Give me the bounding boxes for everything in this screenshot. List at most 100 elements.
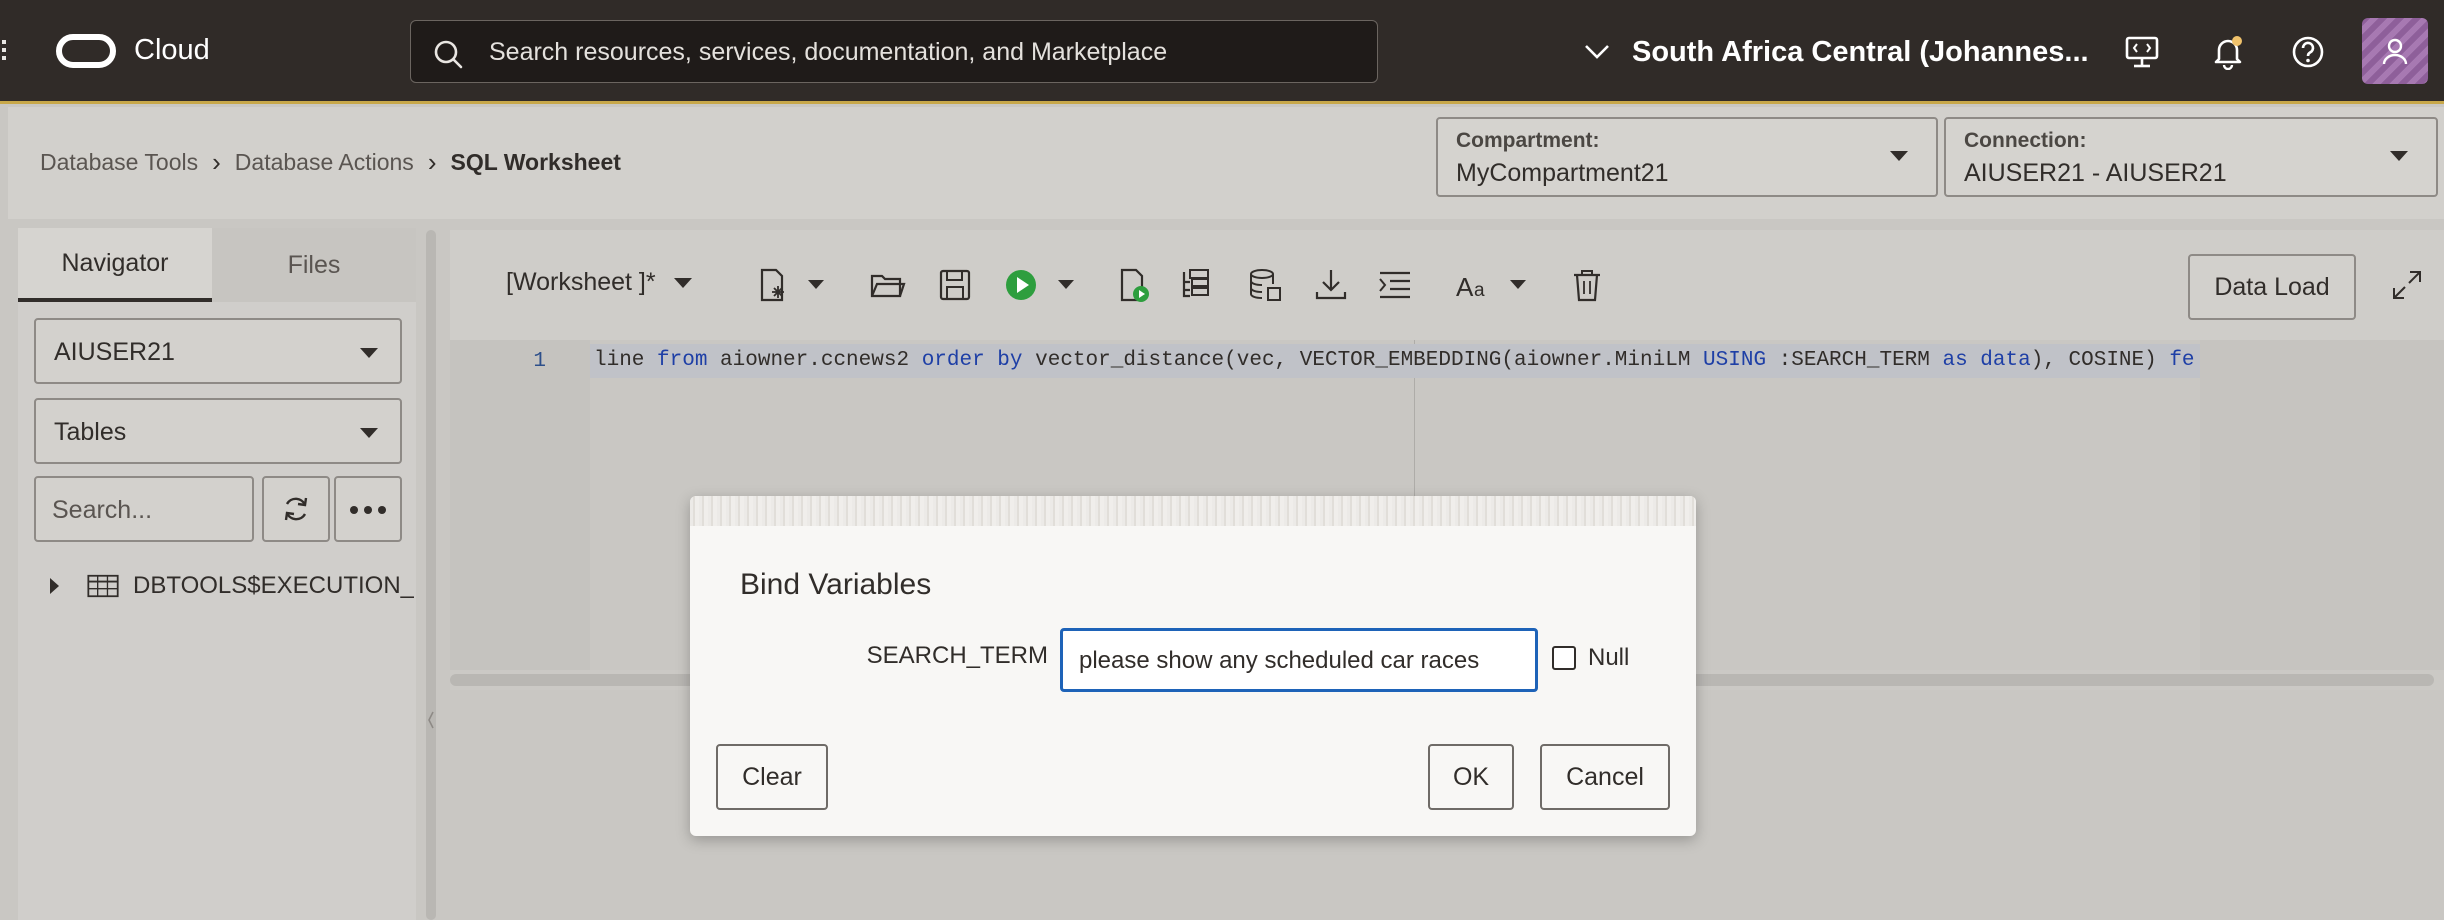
breadcrumb-database-actions[interactable]: Database Actions bbox=[235, 149, 414, 176]
data-load-button[interactable]: Data Load bbox=[2188, 254, 2356, 320]
open-folder-icon[interactable] bbox=[868, 266, 906, 304]
brand-name: Cloud bbox=[134, 34, 210, 66]
top-header-bar: Cloud South Africa Central (Johannes... bbox=[0, 0, 2444, 104]
clear-button[interactable]: Clear bbox=[716, 744, 828, 810]
region-selector[interactable]: South Africa Central (Johannes... bbox=[1584, 32, 2089, 72]
notifications-bell-icon[interactable] bbox=[2210, 34, 2246, 70]
connection-value: AIUSER21 - AIUSER21 bbox=[1964, 159, 2227, 187]
help-icon[interactable] bbox=[2290, 34, 2326, 70]
sql-text-token: vector_distance(vec, VECTOR_EMBEDDING(ai… bbox=[1022, 349, 1704, 372]
bind-variables-dialog: Bind Variables SEARCH_TERM Null Clear OK… bbox=[690, 496, 1696, 836]
dropdown-caret-icon bbox=[360, 428, 378, 438]
bind-variable-name: SEARCH_TERM bbox=[866, 642, 1048, 669]
dropdown-caret-icon bbox=[1890, 151, 1908, 161]
worksheet-toolbar: [Worksheet ]* A a Data Load bbox=[450, 230, 2444, 340]
sql-keyword-token: USING bbox=[1703, 349, 1767, 372]
dialog-title-bar[interactable] bbox=[690, 496, 1696, 526]
save-icon[interactable] bbox=[936, 266, 974, 304]
breadcrumb-sql-worksheet: SQL Worksheet bbox=[450, 149, 621, 175]
compartment-value: MyCompartment21 bbox=[1456, 159, 1669, 187]
null-label: Null bbox=[1588, 644, 1630, 671]
navigator-panel: Navigator Files AIUSER21 Tables Search..… bbox=[18, 228, 416, 920]
refresh-button[interactable] bbox=[262, 476, 330, 542]
collapse-arrow-icon[interactable] bbox=[428, 710, 434, 730]
sql-text-token: line bbox=[594, 349, 658, 372]
new-worksheet-icon[interactable] bbox=[754, 266, 792, 304]
cancel-button[interactable]: Cancel bbox=[1540, 744, 1670, 810]
expand-triangle-icon[interactable] bbox=[50, 578, 59, 594]
global-search[interactable] bbox=[410, 20, 1378, 83]
bind-variable-field[interactable] bbox=[1060, 628, 1538, 692]
run-script-icon[interactable] bbox=[1114, 266, 1152, 304]
tab-navigator[interactable]: Navigator bbox=[18, 228, 212, 302]
autotrace-database-icon[interactable] bbox=[1246, 266, 1284, 304]
object-search[interactable] bbox=[34, 476, 254, 542]
sql-keyword-token: as data bbox=[1942, 349, 2031, 372]
oracle-logo-icon[interactable] bbox=[56, 34, 116, 68]
chevron-down-icon bbox=[1585, 45, 1609, 59]
worksheet-selector[interactable]: [Worksheet ]* bbox=[506, 268, 692, 297]
user-avatar[interactable] bbox=[2362, 18, 2428, 84]
tree-item[interactable]: DBTOOLS$EXECUTION_ bbox=[34, 566, 414, 606]
code-line[interactable]: line from aiowner.ccnews2 order by vecto… bbox=[590, 344, 2200, 378]
connection-label: Connection: bbox=[1964, 129, 2087, 152]
dropdown-caret-icon bbox=[673, 277, 692, 288]
null-checkbox[interactable] bbox=[1552, 646, 1576, 670]
trash-icon[interactable] bbox=[1568, 266, 1606, 304]
run-options-caret-icon[interactable] bbox=[1058, 280, 1074, 289]
schema-dropdown[interactable]: AIUSER21 bbox=[34, 318, 402, 384]
region-name: South Africa Central (Johannes... bbox=[1632, 35, 2089, 68]
ok-button[interactable]: OK bbox=[1428, 744, 1514, 810]
download-icon[interactable] bbox=[1312, 266, 1350, 304]
breadcrumb-database-tools[interactable]: Database Tools bbox=[40, 149, 198, 176]
chevron-right-icon: › bbox=[427, 147, 437, 177]
connection-selector[interactable]: Connection: AIUSER21 - AIUSER21 bbox=[1944, 117, 2438, 197]
object-search-input[interactable] bbox=[52, 494, 242, 526]
compartment-selector[interactable]: Compartment: MyCompartment21 bbox=[1436, 117, 1938, 197]
menu-grip-icon[interactable] bbox=[2, 40, 8, 64]
compartment-label: Compartment: bbox=[1456, 129, 1600, 152]
expand-fullscreen-icon[interactable] bbox=[2388, 266, 2426, 304]
refresh-icon bbox=[284, 497, 308, 521]
font-size-caret-icon[interactable] bbox=[1510, 280, 1526, 289]
panel-splitter[interactable] bbox=[426, 230, 436, 920]
run-statement-icon[interactable] bbox=[1002, 266, 1040, 304]
explain-plan-icon[interactable] bbox=[1176, 266, 1214, 304]
sql-keyword-token: fe bbox=[2169, 349, 2195, 372]
search-icon bbox=[434, 40, 463, 69]
cloud-shell-icon[interactable] bbox=[2124, 34, 2160, 70]
new-worksheet-caret-icon[interactable] bbox=[808, 280, 824, 289]
table-icon bbox=[87, 574, 119, 598]
object-type-value: Tables bbox=[54, 418, 127, 446]
sql-keyword-token: from bbox=[657, 349, 708, 372]
dialog-title: Bind Variables bbox=[740, 568, 932, 601]
user-icon bbox=[2382, 38, 2408, 65]
chevron-right-icon: › bbox=[212, 147, 221, 177]
font-size-icon[interactable]: A a bbox=[1454, 266, 1498, 304]
line-number-gutter: 1 bbox=[450, 340, 590, 670]
schema-value: AIUSER21 bbox=[54, 338, 175, 366]
null-option[interactable]: Null bbox=[1552, 644, 1629, 672]
tree-item-label: DBTOOLS$EXECUTION_ bbox=[133, 572, 414, 599]
sql-text-token: ), COSINE) bbox=[2030, 349, 2170, 372]
more-options-button[interactable] bbox=[334, 476, 402, 542]
page-subheader: Database Tools › Database Actions › SQL … bbox=[8, 107, 2444, 219]
tab-files[interactable]: Files bbox=[212, 228, 416, 302]
line-number: 1 bbox=[533, 350, 546, 373]
sql-text-token: aiowner.ccnews2 bbox=[707, 349, 922, 372]
global-search-input[interactable] bbox=[489, 33, 1349, 71]
object-type-dropdown[interactable]: Tables bbox=[34, 398, 402, 464]
dropdown-caret-icon bbox=[2390, 151, 2408, 161]
worksheet-name: [Worksheet ]* bbox=[506, 268, 656, 296]
svg-text:a: a bbox=[1474, 280, 1485, 301]
navigator-tabs: Navigator Files bbox=[18, 228, 416, 302]
svg-text:A: A bbox=[1456, 272, 1474, 302]
sql-keyword-token: order by bbox=[921, 349, 1023, 372]
breadcrumb: Database Tools › Database Actions › SQL … bbox=[40, 147, 621, 178]
dropdown-caret-icon bbox=[360, 348, 378, 358]
code-minimap[interactable] bbox=[2200, 340, 2444, 670]
format-code-icon[interactable] bbox=[1376, 266, 1414, 304]
more-horizontal-icon bbox=[350, 506, 386, 514]
bind-variable-input[interactable] bbox=[1079, 645, 1519, 677]
sql-text-token: :SEARCH_TERM bbox=[1766, 349, 1943, 372]
